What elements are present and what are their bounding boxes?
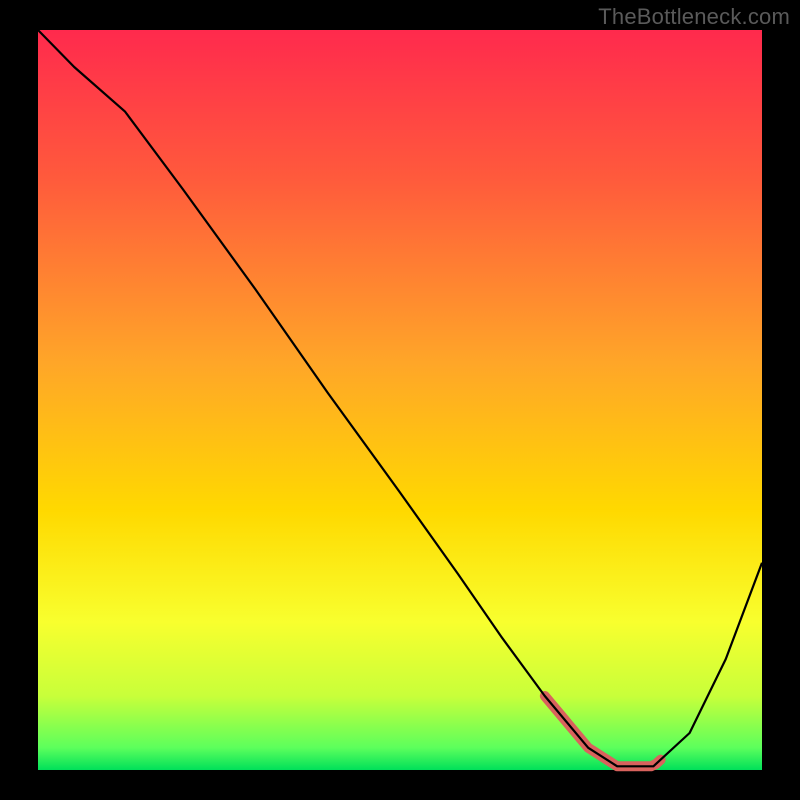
- chart-frame: { "watermark": "TheBottleneck.com", "cha…: [0, 0, 800, 800]
- watermark-text: TheBottleneck.com: [598, 4, 790, 30]
- bottleneck-chart: [0, 0, 800, 800]
